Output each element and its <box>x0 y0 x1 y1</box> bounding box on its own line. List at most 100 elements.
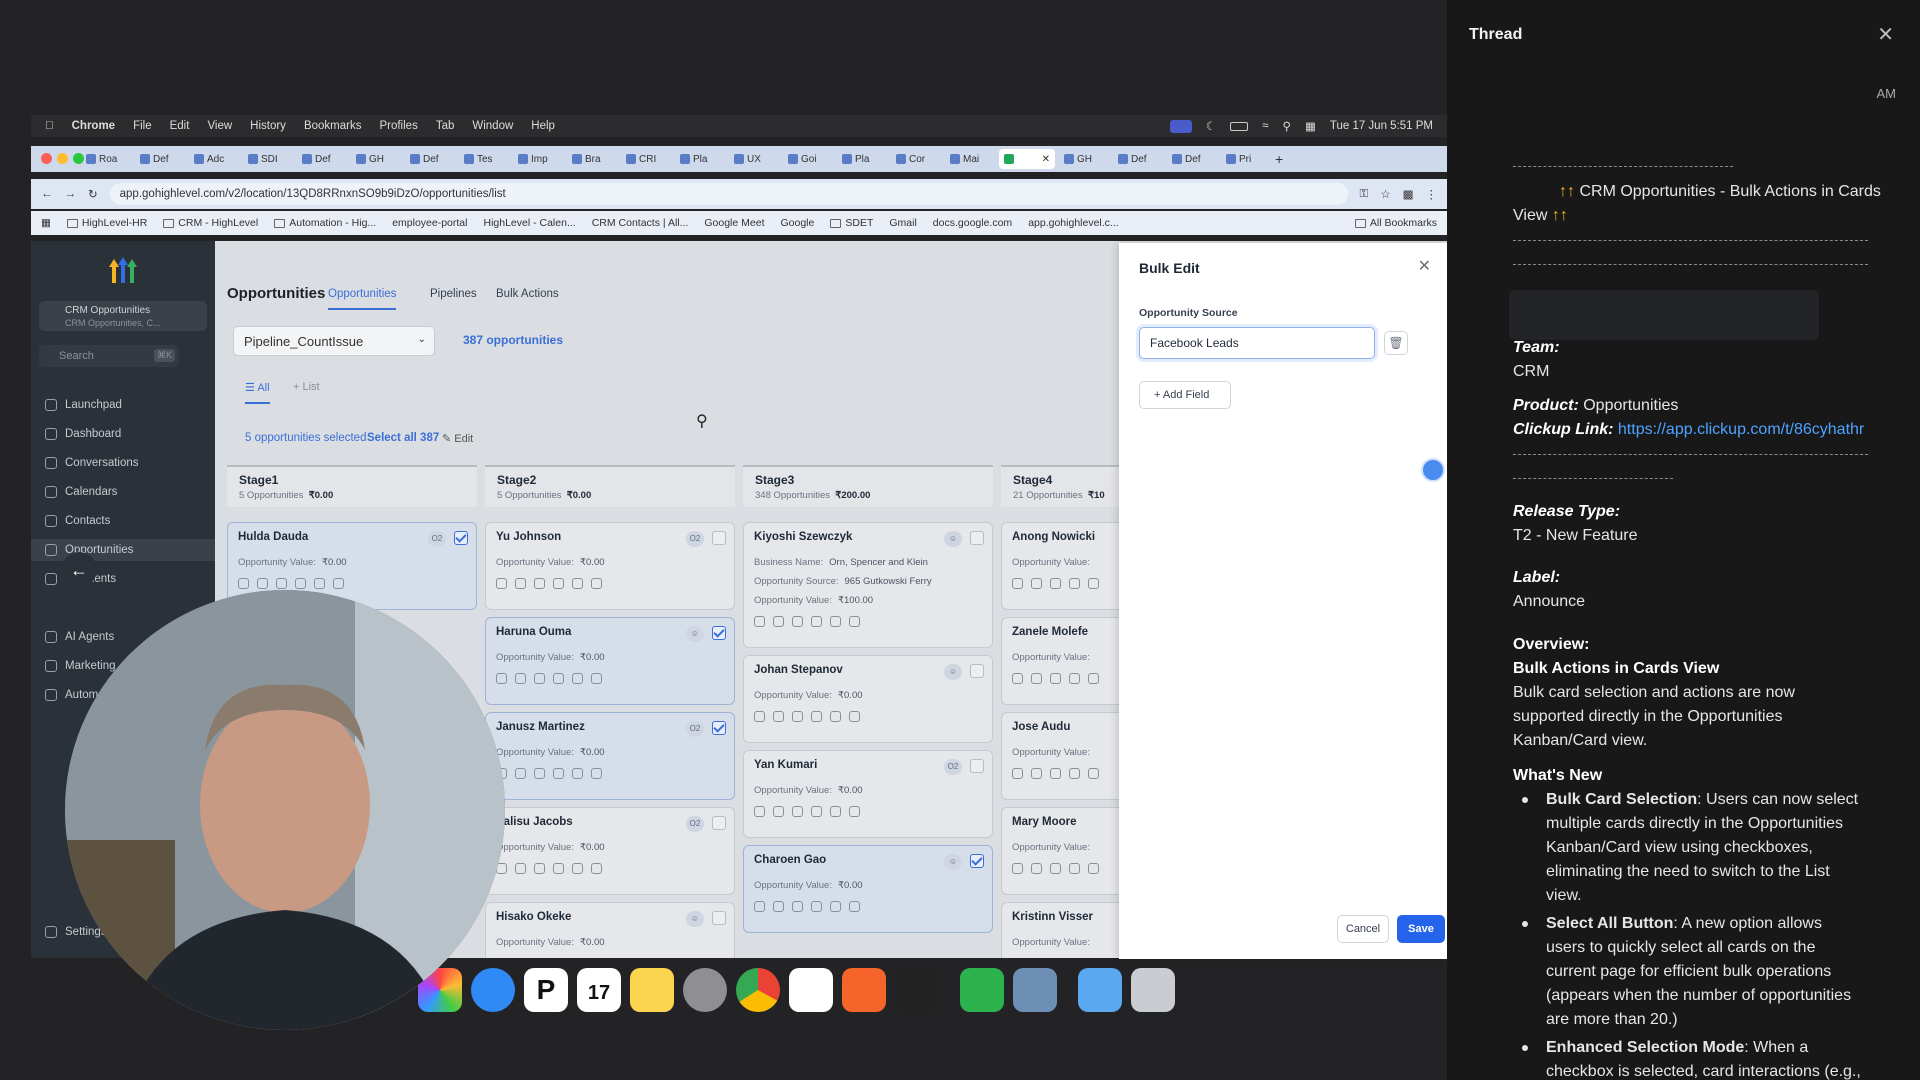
message-icon[interactable] <box>1031 578 1042 589</box>
card-checkbox[interactable] <box>712 626 726 640</box>
sidebar-item-launchpad[interactable]: Launchpad <box>45 394 122 416</box>
phone-icon[interactable] <box>496 673 507 684</box>
password-key-icon[interactable]: ⚿ <box>1360 188 1369 201</box>
note-icon[interactable] <box>553 673 564 684</box>
tag-icon[interactable] <box>792 616 803 627</box>
tab-close-icon[interactable]: ✕ <box>1042 154 1050 165</box>
apple-icon[interactable]:  <box>45 120 54 132</box>
chrome-app-icon[interactable] <box>736 968 780 1012</box>
view-tab-all[interactable]: ☰ All <box>245 381 270 404</box>
browser-tab[interactable]: CRI <box>621 149 671 169</box>
message-icon[interactable] <box>515 863 526 874</box>
note-icon[interactable] <box>1069 863 1080 874</box>
calendar-icon[interactable] <box>849 806 860 817</box>
calendar-icon[interactable] <box>591 578 602 589</box>
sidebar-item-conversations[interactable]: Conversations <box>45 452 139 474</box>
trash-app-icon[interactable] <box>1131 968 1175 1012</box>
card-checkbox[interactable] <box>970 531 984 545</box>
browser-tab[interactable]: Def <box>297 149 347 169</box>
browser-tab[interactable]: GH <box>351 149 401 169</box>
opportunity-card[interactable]: Kiyoshi Szewczyk ☺ Business Name: Orn, Spen… <box>743 522 993 648</box>
tag-icon[interactable] <box>534 863 545 874</box>
bookmark-item[interactable]: Gmail <box>889 217 916 229</box>
tab-opportunities[interactable]: Opportunities <box>328 288 397 310</box>
sidebar-item-opportunities[interactable]: Opportunities <box>31 539 215 561</box>
opportunity-card[interactable]: Johan Stepanov ☺ Opportunity Value: ₹0.00 <box>743 655 993 743</box>
tab-pipelines[interactable]: Pipelines <box>430 288 477 300</box>
calendar-icon[interactable] <box>849 711 860 722</box>
note-icon[interactable] <box>811 616 822 627</box>
calendar-icon[interactable] <box>591 768 602 779</box>
browser-tab[interactable]: Imp <box>513 149 563 169</box>
calendar-icon[interactable] <box>333 578 344 589</box>
location-switcher[interactable]: CRM Opportunities CRM Opportunities, C..… <box>39 301 207 331</box>
numbers-app-icon[interactable] <box>960 968 1004 1012</box>
browser-tab[interactable]: Pri <box>1221 149 1271 169</box>
browser-tab-active[interactable]: ✕ <box>999 149 1055 169</box>
browser-tab[interactable]: Cor <box>891 149 941 169</box>
slack-app-icon[interactable] <box>789 968 833 1012</box>
cancel-button[interactable]: Cancel <box>1337 915 1389 943</box>
minimize-window-button[interactable] <box>57 153 68 164</box>
sidebar-item-contacts[interactable]: Contacts <box>45 510 110 532</box>
task-icon[interactable] <box>314 578 325 589</box>
tag-icon[interactable] <box>792 806 803 817</box>
card-checkbox[interactable] <box>970 759 984 773</box>
card-checkbox[interactable] <box>454 531 468 545</box>
battery-icon[interactable] <box>1230 121 1249 131</box>
message-icon[interactable] <box>257 578 268 589</box>
clickup-link[interactable]: https://app.clickup.com/t/86cyhathr <box>1618 421 1864 438</box>
tag-icon[interactable] <box>792 901 803 912</box>
browser-tab[interactable]: Def <box>1167 149 1217 169</box>
opportunity-card[interactable]: Salisu Jacobs O2 Opportunity Value: ₹0.00 <box>485 807 735 895</box>
bookmark-item[interactable]: HighLevel - Calen... <box>483 217 575 229</box>
sidebar-item-marketing[interactable]: Marketing <box>45 655 116 677</box>
moon-icon[interactable]: ☾ <box>1206 119 1216 133</box>
opportunity-card[interactable]: Janusz Martinez O2 Opportunity Value: ₹0.00 <box>485 712 735 800</box>
menu-history[interactable]: History <box>250 120 286 132</box>
task-icon[interactable] <box>830 711 841 722</box>
message-icon[interactable] <box>1031 673 1042 684</box>
browser-tab[interactable]: UX <box>729 149 779 169</box>
system-settings-app-icon[interactable] <box>683 968 727 1012</box>
card-checkbox[interactable] <box>970 854 984 868</box>
pipeline-select[interactable]: Pipeline_CountIssue ⌄ <box>233 326 435 356</box>
notes-app-icon[interactable] <box>630 968 674 1012</box>
note-icon[interactable] <box>811 806 822 817</box>
message-icon[interactable] <box>1031 863 1042 874</box>
note-icon[interactable] <box>553 578 564 589</box>
message-icon[interactable] <box>1031 768 1042 779</box>
card-checkbox[interactable] <box>712 721 726 735</box>
phone-icon[interactable] <box>1012 673 1023 684</box>
note-icon[interactable] <box>811 711 822 722</box>
reload-icon[interactable]: ↻ <box>88 187 98 201</box>
bookmark-item[interactable]: CRM Contacts | All... <box>592 217 689 229</box>
calendar-icon[interactable] <box>591 673 602 684</box>
message-icon[interactable] <box>515 673 526 684</box>
sidebar-item-ai-agents[interactable]: AI Agents <box>45 626 114 648</box>
browser-tab[interactable]: Tes <box>459 149 509 169</box>
safari-app-icon[interactable] <box>471 968 515 1012</box>
message-icon[interactable] <box>773 711 784 722</box>
browser-tab[interactable]: GH <box>1059 149 1109 169</box>
opportunity-card[interactable]: Hisako Okeke ☺ Opportunity Value: ₹0.00 <box>485 902 735 958</box>
note-icon[interactable] <box>553 768 564 779</box>
p-app-icon[interactable]: P <box>524 968 568 1012</box>
folder-app-icon[interactable] <box>1078 968 1122 1012</box>
calendar-icon[interactable] <box>849 616 860 627</box>
tag-icon[interactable] <box>1050 578 1061 589</box>
menu-file[interactable]: File <box>133 120 152 132</box>
bookmark-item[interactable]: app.gohighlevel.c... <box>1028 217 1118 229</box>
calendar-icon[interactable] <box>849 901 860 912</box>
tag-icon[interactable] <box>1050 768 1061 779</box>
menu-app-name[interactable]: Chrome <box>72 120 115 132</box>
message-icon[interactable] <box>773 901 784 912</box>
task-icon[interactable] <box>572 578 583 589</box>
tab-bulk-actions[interactable]: Bulk Actions <box>496 288 559 300</box>
bookmark-item[interactable]: Google Meet <box>704 217 764 229</box>
tag-icon[interactable] <box>534 578 545 589</box>
menu-help[interactable]: Help <box>531 120 555 132</box>
url-field[interactable]: app.gohighlevel.com/v2/location/13QD8RRn… <box>109 183 1348 205</box>
menu-window[interactable]: Window <box>472 120 513 132</box>
browser-tab[interactable]: Pla <box>675 149 725 169</box>
